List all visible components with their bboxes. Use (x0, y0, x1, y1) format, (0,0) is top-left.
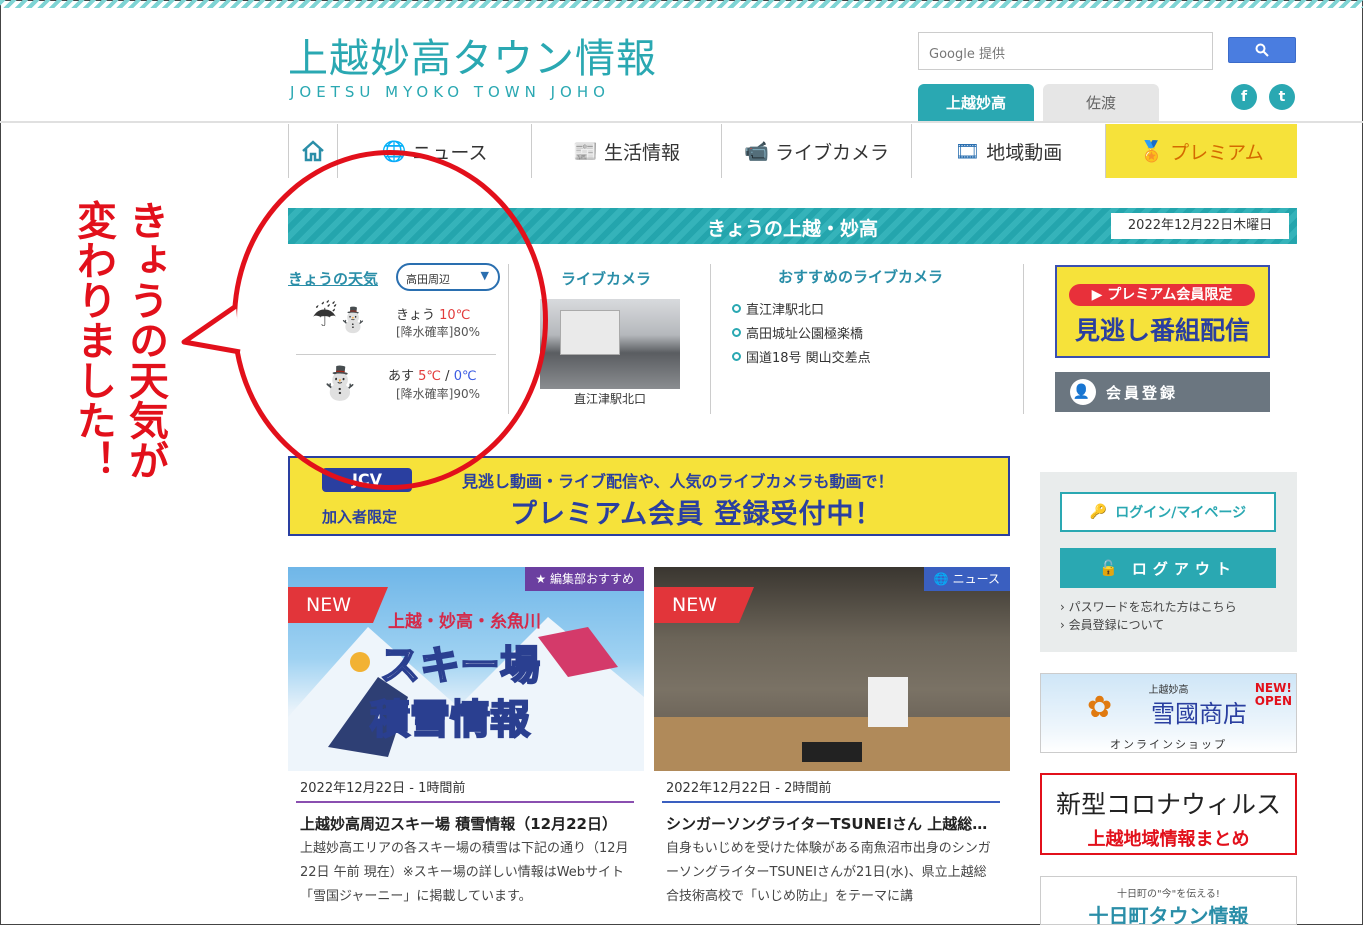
article-card[interactable]: ★ 編集部おすすめ NEW 上越・妙高・糸魚川 スキー場 積雪情報 2022年1… (288, 567, 644, 912)
login-button[interactable]: 🔑 ログイン/マイページ (1060, 492, 1276, 532)
premium-delivery-banner[interactable]: ▶ プレミアム会員限定 見逃し番組配信 (1055, 265, 1270, 358)
card-tag: 🌐 ニュース (923, 567, 1010, 591)
recommended-cam-label: 直江津駅北口 (746, 302, 825, 318)
recommended-cams-list: 直江津駅北口 高田城址公園極楽橋 国道18号 関山交差点 (732, 296, 871, 368)
user-icon: 👤 (1070, 379, 1096, 405)
card-divider (662, 801, 1000, 803)
site-logo-en: JOETSU MYOKO TOWN JOHO (290, 83, 610, 101)
flower-logo-icon: ✿ (1087, 690, 1113, 725)
premium-main-text: 見逃し番組配信 (1074, 316, 1250, 345)
callout-text-line1: きょうの天気が (122, 200, 168, 480)
card-title[interactable]: シンガーソングライターTSUNEIさん 上越総合技術高校で講演 (666, 813, 996, 834)
twitter-icon[interactable]: t (1269, 84, 1295, 110)
card-date: 2022年12月22日 - 2時間前 (666, 781, 832, 796)
camera-icon: 📹 (744, 139, 769, 163)
card-tag: ★ 編集部おすすめ (525, 567, 644, 591)
bullet-icon (732, 351, 741, 361)
password-reset-link[interactable]: › パスワードを忘れた方はこちら (1060, 598, 1237, 615)
facebook-icon[interactable]: f (1231, 84, 1257, 110)
search-button[interactable] (1228, 37, 1296, 63)
list-item[interactable]: 直江津駅北口 (732, 296, 871, 320)
search-input[interactable]: Google 提供 (918, 32, 1213, 70)
member-register-button[interactable]: 👤 会員登録 (1055, 372, 1270, 412)
callout-text-line2: 変わりました！ (70, 200, 116, 480)
tokamachi-main-text: 十日町タウン情報 (1088, 904, 1249, 925)
banner-main-text: プレミアム会員 登録受付中！ (510, 499, 883, 530)
search-icon (1255, 43, 1269, 57)
home-icon (302, 140, 324, 162)
card-tag-label: 編集部おすすめ (549, 572, 634, 586)
image-text-1: スキー場 (379, 642, 541, 690)
new-badge: NEW (654, 587, 754, 623)
nav-video[interactable]: 🎞 地域動画 (912, 124, 1106, 178)
nav-premium[interactable]: 🏅 プレミアム (1106, 124, 1297, 178)
nav-life[interactable]: 📰 生活情報 (532, 124, 722, 178)
bullet-icon (732, 327, 741, 337)
recommended-cam-label: 高田城址公園極楽橋 (746, 326, 864, 342)
password-reset-label: パスワードを忘れた方はこちら (1068, 600, 1237, 614)
covid-info-banner[interactable]: 新型コロナウィルス 上越地域情報まとめ (1040, 773, 1297, 855)
article-image: 🌐 ニュース NEW (654, 567, 1010, 771)
livecam-caption[interactable]: 直江津駅北口 (540, 390, 680, 407)
tokamachi-banner[interactable]: 十日町の"今"を伝える! 十日町タウン情報 (1040, 876, 1297, 925)
lock-icon: 🔓 (1099, 559, 1124, 577)
premium-tag: ▶ プレミアム会員限定 (1069, 284, 1255, 306)
newspaper-icon: 📰 (573, 139, 598, 163)
card-body: 自身もいじめを受けた体験がある南魚沼市出身のシンガーソングライターTSUNEIさ… (666, 841, 991, 904)
callout-circle (232, 150, 548, 490)
article-card[interactable]: 🌐 ニュース NEW 2022年12月22日 - 2時間前 シンガーソングライタ… (654, 567, 1010, 912)
site-logo[interactable]: 上越妙高タウン情報 (288, 26, 657, 84)
livecam-title[interactable]: ライブカメラ (561, 268, 651, 289)
google-provider-label: Google 提供 (929, 47, 1005, 62)
tokamachi-small-text: 十日町の"今"を伝える! (1117, 889, 1220, 900)
member-register-label: 会員登録 (1106, 383, 1179, 402)
key-icon: 🔑 (1089, 504, 1108, 520)
region-tab-sado[interactable]: 佐渡 (1043, 84, 1159, 122)
image-text-top: 上越・妙高・糸魚川 (388, 612, 541, 632)
card-divider (296, 801, 634, 803)
recommended-cams-title: おすすめのライブカメラ (778, 268, 944, 286)
shop-sub-label: オンラインショップ (1110, 738, 1227, 751)
login-label: ログイン/マイページ (1115, 505, 1247, 521)
member-info-link[interactable]: › 会員登録について (1060, 616, 1164, 633)
new-badge: NEW (288, 587, 388, 623)
covid-main-text: 新型コロナウィルス (1055, 790, 1281, 819)
article-image: ★ 編集部おすすめ NEW 上越・妙高・糸魚川 スキー場 積雪情報 (288, 567, 644, 771)
covid-sub-text: 上越地域情報まとめ (1087, 829, 1250, 850)
column-divider (1023, 264, 1024, 414)
medal-icon: 🏅 (1139, 139, 1165, 163)
recommended-cam-label: 国道18号 関山交差点 (746, 350, 871, 366)
bullet-icon (732, 303, 741, 313)
premium-tag-label: プレミアム会員限定 (1107, 287, 1233, 303)
logout-label: ログアウト (1131, 559, 1237, 578)
member-info-label: 会員登録について (1068, 618, 1165, 632)
nav-life-label: 生活情報 (603, 141, 680, 164)
card-tag-label: ニュース (952, 572, 1000, 586)
snow-shop-banner[interactable]: 上越妙高 ✿ 雪國商店 NEW! OPEN オンラインショップ (1040, 673, 1297, 753)
image-text-2: 積雪情報 (369, 696, 531, 744)
list-item[interactable]: 国道18号 関山交差点 (732, 344, 871, 368)
livecam-building (560, 310, 620, 355)
column-divider (710, 264, 711, 414)
logout-button[interactable]: 🔓 ログアウト (1060, 548, 1276, 588)
card-body: 上越妙高エリアの各スキー場の積雪は下記の通り（12月22日 午前 現在）※スキー… (300, 841, 629, 904)
region-tab-joetsu[interactable]: 上越妙高 (918, 84, 1034, 122)
shop-new-badge: NEW! OPEN (1254, 681, 1292, 708)
shop-name: 雪國商店 (1151, 700, 1247, 728)
card-title[interactable]: 上越妙高周辺スキー場 積雪情報（12月22日） (300, 813, 630, 834)
member-panel: 🔑 ログイン/マイページ 🔓 ログアウト › パスワードを忘れた方はこちら › … (1040, 472, 1297, 652)
card-date: 2022年12月22日 - 1時間前 (300, 781, 466, 796)
nav-livecam-label: ライブカメラ (774, 141, 889, 164)
nav-premium-label: プレミアム (1170, 141, 1264, 164)
today-date: 2022年12月22日木曜日 (1111, 213, 1289, 239)
video-icon: 🎞 (954, 139, 981, 163)
banner-top-text: 見逃し動画・ライブ配信や、人気のライブカメラも動画で！ (462, 472, 894, 491)
nav-livecam[interactable]: 📹 ライブカメラ (722, 124, 912, 178)
nav-video-label: 地域動画 (986, 141, 1063, 164)
list-item[interactable]: 高田城址公園極楽橋 (732, 320, 871, 344)
banner-limited-label: 加入者限定 (322, 508, 398, 526)
